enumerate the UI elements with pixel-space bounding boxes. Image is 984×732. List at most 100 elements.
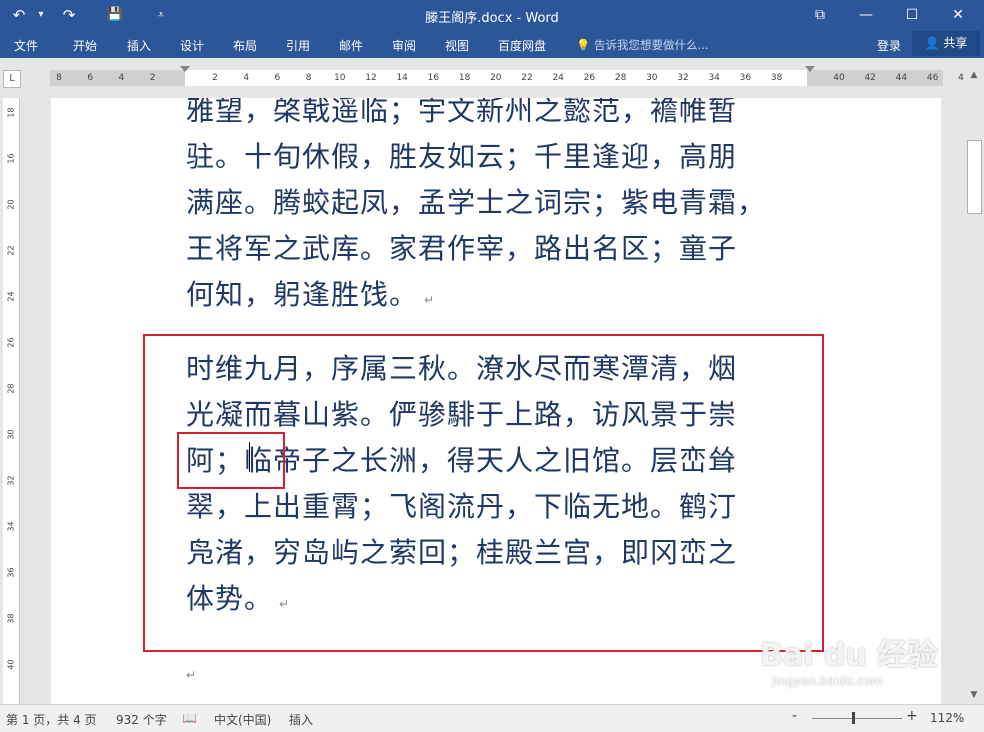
- paragraph-2-line[interactable]: 时维九月，序属三秋。潦水尽而寒潭清，烟: [186, 346, 826, 392]
- ruler-tick-label: 46: [926, 73, 939, 83]
- tab-review[interactable]: 审阅: [392, 37, 416, 54]
- vertical-ruler-tick: 18: [6, 107, 16, 118]
- vertical-ruler: 18 16 20 22 24 26 28 30 32 34 36 38 40: [3, 98, 20, 704]
- ruler-tick-label: 4: [118, 73, 125, 83]
- zoom-out-button[interactable]: -: [792, 708, 797, 724]
- vertical-ruler-tick: 34: [6, 521, 16, 532]
- scroll-down-icon[interactable]: ▼: [966, 690, 982, 704]
- ruler-tick-label: 32: [677, 73, 689, 83]
- text-caret: [249, 442, 250, 472]
- ruler-tick-label: 28: [614, 73, 627, 83]
- ribbon-tabs: 文件 开始 插入 设计 布局 引用 邮件 审阅 视图 百度网盘 💡 告诉我您想要…: [0, 30, 984, 58]
- ruler-tick-label: 6: [87, 73, 94, 83]
- ruler-tick-label: 24: [552, 73, 564, 83]
- title-bar: ↶ ▾ ↷ 💾 ⩡ 滕王阁序.docx - Word ⧉ — ☐ ✕: [0, 0, 984, 30]
- paragraph-mark-icon: ↵: [424, 293, 436, 307]
- vertical-scrollbar[interactable]: ▲ ▼: [964, 58, 984, 704]
- vertical-ruler-tick: 28: [6, 383, 16, 394]
- paragraph-2-line-text[interactable]: 体势。: [186, 582, 273, 615]
- vertical-ruler-tick: 32: [6, 475, 16, 486]
- login-button[interactable]: 登录: [877, 37, 901, 54]
- ribbon-display-options-icon[interactable]: ⧉: [800, 2, 840, 28]
- language-indicator[interactable]: 中文(中国): [214, 711, 271, 728]
- vertical-ruler-tick: 16: [6, 153, 16, 164]
- vertical-ruler-tick: 36: [6, 567, 16, 578]
- vertical-ruler-tick: 30: [6, 429, 16, 440]
- ruler-tick-label: 4: [243, 73, 250, 83]
- watermark-url: jingyan.baidu.com: [772, 674, 883, 688]
- ruler-tick-label: 22: [521, 73, 533, 83]
- ruler-tick-label: 42: [864, 73, 876, 83]
- paragraph-1-line[interactable]: 满座。腾蛟起凤，孟学士之词宗；紫电青霜，: [186, 180, 826, 226]
- vertical-ruler-tick: 22: [6, 245, 16, 256]
- ruler-tick-label: 14: [396, 73, 408, 83]
- tab-selector[interactable]: L: [3, 70, 21, 88]
- paragraph-1-line[interactable]: 雅望，棨戟遥临；宇文新州之懿范，襜帷暂: [186, 98, 826, 134]
- ruler-tick-label: 2: [149, 73, 156, 83]
- scroll-up-icon[interactable]: ▲: [966, 70, 982, 84]
- ruler-tick-label: 16: [427, 73, 440, 83]
- close-icon[interactable]: ✕: [938, 2, 978, 28]
- ruler-tick-label: 8: [56, 73, 62, 83]
- vertical-ruler-tick: 24: [6, 291, 16, 302]
- paragraph-2-line[interactable]: 翠，上出重霄；飞阁流丹，下临无地。鹤汀: [186, 484, 826, 530]
- maximize-icon[interactable]: ☐: [892, 2, 932, 28]
- ruler-tick-label: 6: [274, 73, 281, 83]
- zoom-slider[interactable]: [812, 718, 902, 719]
- ruler-tick-label: 36: [739, 73, 752, 83]
- paragraph-1-line[interactable]: 王将军之武库。家君作宰，路出名区；童子: [186, 226, 826, 272]
- tell-me-label: 告诉我您想要做什么...: [593, 38, 709, 52]
- horizontal-ruler[interactable]: 8 6 4 2 2 4 6 8 10 12 14 16 18 20 22 24 26 28 30 32 34 36 38 40…: [50, 66, 970, 86]
- tab-file[interactable]: 文件: [14, 37, 38, 54]
- tab-references[interactable]: 引用: [286, 37, 310, 54]
- document-page[interactable]: 雅望，棨戟遥临；宇文新州之懿范，襜帷暂 驻。十旬休假，胜友如云；千里逢迎，高朋 满座…: [51, 98, 941, 704]
- scroll-thumb[interactable]: [967, 140, 982, 214]
- ruler-tick-label: 38: [770, 73, 783, 83]
- ruler-tick-label: 12: [365, 73, 377, 83]
- ruler-tick-label: 8: [305, 73, 312, 83]
- ruler-row: L 8 6 4 2 2 4 6 8 10 12 14 16 18 20 22 24 26 28 30 32 34 36 38…: [0, 58, 984, 98]
- tab-insert[interactable]: 插入: [127, 37, 151, 54]
- first-line-indent-marker[interactable]: [180, 66, 190, 72]
- ruler-tick-label: 20: [490, 73, 502, 83]
- zoom-level[interactable]: 112%: [930, 711, 964, 725]
- page-count[interactable]: 第 1 页，共 4 页: [6, 711, 97, 728]
- vertical-ruler-tick: 20: [6, 199, 16, 210]
- tell-me-search[interactable]: 💡 告诉我您想要做什么...: [576, 37, 708, 53]
- paragraph-1-line-text[interactable]: 何知，躬逢胜饯。: [186, 278, 418, 311]
- right-indent-marker[interactable]: [805, 66, 815, 72]
- zoom-slider-thumb[interactable]: [852, 712, 855, 724]
- ruler-tick-label: 18: [458, 73, 471, 83]
- zoom-in-button[interactable]: +: [906, 708, 918, 724]
- insert-mode[interactable]: 插入: [289, 711, 313, 728]
- minimize-icon[interactable]: —: [846, 2, 886, 28]
- tab-view[interactable]: 视图: [445, 37, 469, 54]
- vertical-ruler-tick: 38: [6, 613, 16, 624]
- proofing-icon[interactable]: 📖: [182, 711, 197, 725]
- baidu-jingyan-watermark: Bai du 经验 jingyan.baidu.com: [760, 630, 940, 690]
- watermark-logo-text: Bai du 经验: [760, 638, 938, 673]
- share-button[interactable]: 👤 共享: [912, 31, 980, 56]
- vertical-ruler-tick: 26: [6, 337, 16, 348]
- paragraph-1[interactable]: 雅望，棨戟遥临；宇文新州之懿范，襜帷暂 驻。十旬休假，胜友如云；千里逢迎，高朋 满座…: [186, 98, 826, 323]
- ruler-tick-label: 26: [583, 73, 596, 83]
- vertical-ruler-tick: 40: [6, 659, 16, 670]
- word-count[interactable]: 932 个字: [116, 711, 167, 728]
- ruler-tick-label: 30: [646, 73, 658, 83]
- paragraph-2-line[interactable]: 凫渚，穷岛屿之萦回；桂殿兰宫，即冈峦之: [186, 530, 826, 576]
- tab-design[interactable]: 设计: [180, 37, 204, 54]
- ruler-tick-label: 10: [334, 73, 346, 83]
- person-icon: 👤: [924, 36, 940, 50]
- paragraph-1-line[interactable]: 驻。十旬休假，胜友如云；千里逢迎，高朋: [186, 134, 826, 180]
- tab-layout[interactable]: 布局: [233, 37, 257, 54]
- document-area[interactable]: 雅望，棨戟遥临；宇文新州之懿范，襜帷暂 驻。十旬休假，胜友如云；千里逢迎，高朋 满座…: [20, 98, 964, 704]
- paragraph-1-line[interactable]: 何知，躬逢胜饯。 ↵: [186, 272, 826, 323]
- empty-paragraph-mark: ↵: [186, 668, 197, 682]
- paragraph-2-line[interactable]: 体势。 ↵: [186, 576, 826, 627]
- ruler-tick-label: 2: [212, 73, 218, 83]
- tab-mailings[interactable]: 邮件: [339, 37, 363, 54]
- tab-baidu-netdisk[interactable]: 百度网盘: [498, 37, 546, 54]
- cursor-highlight-box: [177, 432, 285, 489]
- status-bar: 第 1 页，共 4 页 932 个字 📖 中文(中国) 插入 - + 112%: [0, 704, 984, 732]
- tab-home[interactable]: 开始: [73, 37, 97, 54]
